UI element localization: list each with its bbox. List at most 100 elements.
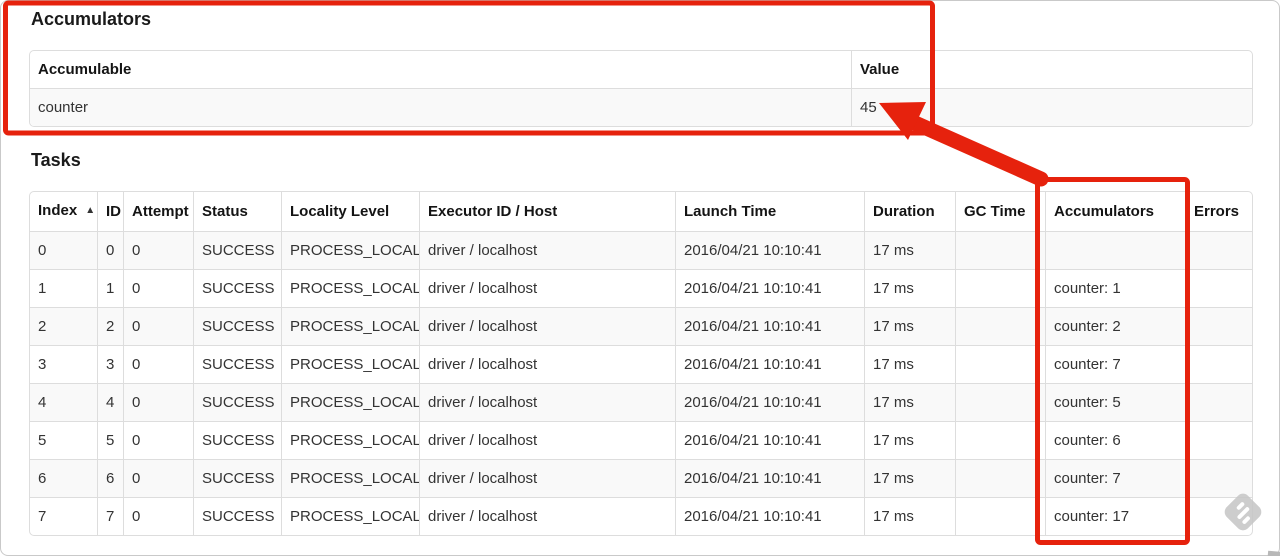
table-cell: SUCCESS [193,345,281,383]
table-cell: 0 [123,459,193,497]
table-cell [1185,345,1252,383]
table-cell: SUCCESS [193,459,281,497]
table-cell [1185,421,1252,459]
column-header-accumulators[interactable]: Accumulators [1045,192,1185,231]
table-cell: PROCESS_LOCAL [281,421,419,459]
table-row: 3 3 0 SUCCESS PROCESS_LOCAL driver / localhos… [30,345,1252,383]
column-header-status[interactable]: Status [193,192,281,231]
table-cell [955,459,1045,497]
table-cell: 6 [30,459,97,497]
table-row: 7 7 0 SUCCESS PROCESS_LOCAL driver / localhos… [30,497,1252,535]
table-cell [955,269,1045,307]
column-header-errors[interactable]: Errors [1185,192,1252,231]
table-cell [955,307,1045,345]
table-cell: 2016/04/21 10:10:41 [675,307,864,345]
column-header-id[interactable]: ID [97,192,123,231]
table-cell: 2 [30,307,97,345]
table-header-row: Accumulable Value [30,51,1252,88]
table-cell: driver / localhost [419,307,675,345]
table-cell: 45 [851,88,1252,126]
table-cell [1185,269,1252,307]
table-cell: 0 [123,421,193,459]
table-cell [955,345,1045,383]
table-cell [1185,231,1252,269]
table-cell: 2016/04/21 10:10:41 [675,231,864,269]
tasks-heading: Tasks [31,150,81,170]
table-cell: counter: 5 [1045,383,1185,421]
table-cell: 4 [97,383,123,421]
table-cell: 6 [97,459,123,497]
table-cell: 1 [97,269,123,307]
table-cell: 2016/04/21 10:10:41 [675,269,864,307]
table-cell: 2016/04/21 10:10:41 [675,345,864,383]
table-cell: 2016/04/21 10:10:41 [675,421,864,459]
table-cell: counter: 7 [1045,345,1185,383]
table-cell: SUCCESS [193,421,281,459]
table-header-row: Index ▲ ID Attempt Status Locality Level … [30,192,1252,231]
table-cell: PROCESS_LOCAL [281,459,419,497]
table-cell: PROCESS_LOCAL [281,345,419,383]
table-cell: 5 [30,421,97,459]
table-cell: SUCCESS [193,231,281,269]
column-header-locality-level[interactable]: Locality Level [281,192,419,231]
column-header-gc-time[interactable]: GC Time [955,192,1045,231]
accumulators-table: Accumulable Value counter 45 [29,50,1253,127]
column-header-launch-time[interactable]: Launch Time [675,192,864,231]
table-row: counter 45 [30,88,1252,126]
column-header-executor-id-host[interactable]: Executor ID / Host [419,192,675,231]
table-cell: SUCCESS [193,269,281,307]
table-cell: 17 ms [864,421,955,459]
table-cell: PROCESS_LOCAL [281,497,419,535]
column-header-attempt[interactable]: Attempt [123,192,193,231]
column-header-index[interactable]: Index ▲ [30,192,97,231]
table-cell: 0 [97,231,123,269]
table-cell: SUCCESS [193,383,281,421]
table-cell: counter: 2 [1045,307,1185,345]
table-cell: 0 [123,231,193,269]
table-cell: driver / localhost [419,497,675,535]
table-row: 0 0 0 SUCCESS PROCESS_LOCAL driver / localhos… [30,231,1252,269]
column-header-accumulable: Accumulable [30,51,851,88]
page: Accumulators Accumulable Value counter 45… [0,0,1280,556]
table-cell [1185,307,1252,345]
table-cell: driver / localhost [419,383,675,421]
table-cell: PROCESS_LOCAL [281,307,419,345]
table-cell [955,231,1045,269]
table-cell: SUCCESS [193,497,281,535]
table-cell: 2016/04/21 10:10:41 [675,383,864,421]
table-row: 1 1 0 SUCCESS PROCESS_LOCAL driver / localhos… [30,269,1252,307]
column-header-label: Index [38,202,78,219]
column-header-duration[interactable]: Duration [864,192,955,231]
table-cell: 3 [97,345,123,383]
table-cell: 2 [97,307,123,345]
table-cell: 17 ms [864,459,955,497]
table-cell [1045,231,1185,269]
table-cell: 2016/04/21 10:10:41 [675,459,864,497]
table-row: 2 2 0 SUCCESS PROCESS_LOCAL driver / localhos… [30,307,1252,345]
table-cell: PROCESS_LOCAL [281,231,419,269]
table-cell: 1 [30,269,97,307]
table-cell [955,383,1045,421]
table-cell: SUCCESS [193,307,281,345]
table-cell: 5 [97,421,123,459]
table-cell: 3 [30,345,97,383]
table-cell: 7 [30,497,97,535]
table-cell: PROCESS_LOCAL [281,269,419,307]
table-cell: 4 [30,383,97,421]
table-cell: counter: 7 [1045,459,1185,497]
table-cell: counter: 6 [1045,421,1185,459]
table-cell [955,421,1045,459]
table-cell: driver / localhost [419,269,675,307]
table-row: 4 4 0 SUCCESS PROCESS_LOCAL driver / localhos… [30,383,1252,421]
table-cell: 17 ms [864,307,955,345]
table-cell: 0 [123,307,193,345]
table-cell: 0 [30,231,97,269]
sort-ascending-icon: ▲ [85,205,96,216]
table-cell: driver / localhost [419,345,675,383]
table-cell: 0 [123,345,193,383]
table-cell: 17 ms [864,231,955,269]
table-cell: 17 ms [864,497,955,535]
table-cell: 17 ms [864,269,955,307]
accumulators-heading: Accumulators [31,9,152,29]
table-cell: PROCESS_LOCAL [281,383,419,421]
